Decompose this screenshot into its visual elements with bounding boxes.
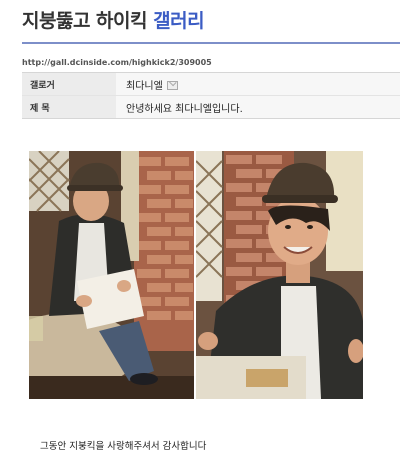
author-name[interactable]: 최다니엘	[126, 81, 163, 92]
author-cell: 최다니엘	[116, 72, 400, 96]
gallery-title: 지붕뚫고 하이킥 갤러리	[22, 6, 205, 33]
gallery-title-accent[interactable]: 갤러리	[153, 10, 204, 32]
post-photo-right	[196, 151, 363, 399]
post-body-text: 그동안 지붕킥을 사랑해주셔서 감사합니다	[40, 441, 207, 452]
post-meta-table: 갤로거 최다니엘 제 목 안녕하세요 최다니엘입니다.	[22, 72, 400, 119]
subject-value: 안녕하세요 최다니엘입니다.	[116, 95, 400, 119]
header-divider	[22, 42, 400, 44]
gallery-title-main: 지붕뚫고 하이킥	[22, 10, 147, 32]
author-label: 갤로거	[22, 72, 116, 96]
photo-left-image	[29, 151, 194, 399]
photo-right-image	[196, 151, 363, 399]
post-photo-left	[29, 151, 194, 399]
post-url-link[interactable]: http://gall.dcinside.com/highkick2/30900…	[22, 58, 212, 67]
mail-icon[interactable]	[166, 81, 178, 90]
subject-row: 제 목 안녕하세요 최다니엘입니다.	[22, 95, 400, 119]
subject-label: 제 목	[22, 95, 116, 119]
author-row: 갤로거 최다니엘	[22, 72, 400, 96]
